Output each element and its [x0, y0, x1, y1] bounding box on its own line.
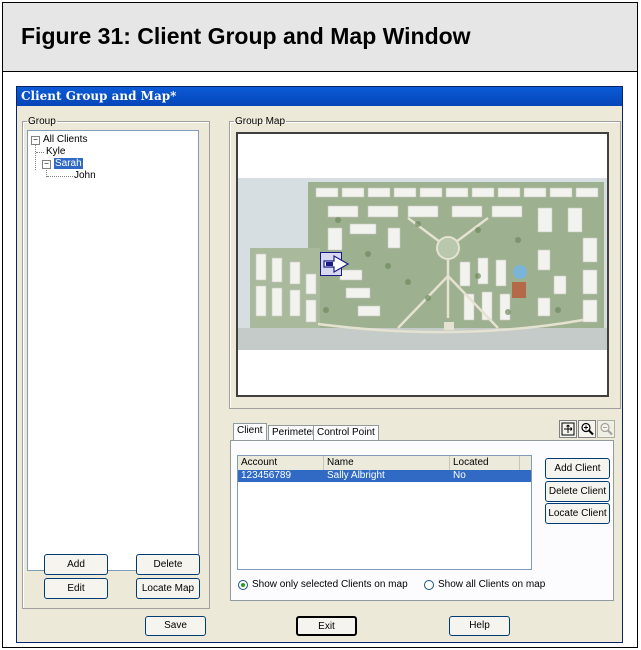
tree-item-kyle[interactable]: Kyle	[46, 146, 65, 158]
figure-title: Figure 31: Client Group and Map Window	[21, 23, 471, 49]
client-tree[interactable]: − All Clients Kyle − Sarah John	[27, 130, 199, 571]
fit-map-icon[interactable]	[559, 420, 577, 438]
tree-item-all-clients[interactable]: All Clients	[43, 134, 87, 146]
locate-map-button[interactable]: Locate Map	[136, 578, 200, 599]
cell-name: Sally Albright	[327, 470, 385, 481]
group-map-viewport[interactable]	[236, 132, 609, 397]
show-selected-clients-radio[interactable]	[238, 580, 248, 590]
window-title: Client Group and Map*	[21, 89, 177, 103]
show-selected-clients-label[interactable]: Show only selected Clients on map	[252, 579, 408, 590]
window-titlebar[interactable]: Client Group and Map*	[17, 87, 622, 106]
delete-client-button[interactable]: Delete Client	[545, 481, 610, 502]
tab-control-point[interactable]: Control Point	[313, 425, 379, 440]
tab-perimeter[interactable]: Perimeter	[268, 425, 320, 440]
tree-line	[35, 144, 36, 170]
column-located[interactable]: Located	[450, 456, 520, 470]
locate-client-button[interactable]: Locate Client	[545, 503, 610, 524]
delete-button[interactable]: Delete	[136, 554, 200, 575]
group-map-legend: Group Map	[235, 116, 286, 127]
tree-item-john[interactable]: John	[74, 170, 96, 182]
table-row[interactable]: 123456789 Sally Albright No	[238, 470, 531, 482]
help-button[interactable]: Help	[449, 616, 510, 636]
group-legend: Group	[28, 116, 56, 127]
exit-button[interactable]: Exit	[296, 616, 357, 636]
zoom-out-icon[interactable]	[597, 420, 615, 438]
add-client-button[interactable]: Add Client	[545, 458, 610, 479]
site-map-image	[238, 178, 607, 350]
show-all-clients-label[interactable]: Show all Clients on map	[438, 579, 545, 590]
save-button[interactable]: Save	[145, 616, 206, 636]
cell-account: 123456789	[241, 470, 292, 481]
cell-located: No	[453, 470, 466, 481]
add-button[interactable]: Add	[44, 554, 108, 575]
figure-header: Figure 31: Client Group and Map Window	[3, 3, 637, 72]
show-all-clients-radio[interactable]	[424, 580, 434, 590]
column-name[interactable]: Name	[324, 456, 450, 470]
zoom-in-icon[interactable]	[578, 420, 596, 438]
client-location-marker-icon[interactable]	[320, 252, 350, 276]
tree-line	[47, 176, 73, 177]
tree-item-sarah[interactable]: Sarah	[54, 158, 83, 170]
tab-client[interactable]: Client	[233, 423, 267, 440]
tree-line	[36, 152, 44, 153]
edit-button[interactable]: Edit	[44, 578, 108, 599]
column-account[interactable]: Account	[238, 456, 324, 470]
client-list[interactable]: Account Name Located 123456789 Sally Alb…	[237, 455, 532, 570]
client-list-header: Account Name Located	[238, 456, 531, 471]
